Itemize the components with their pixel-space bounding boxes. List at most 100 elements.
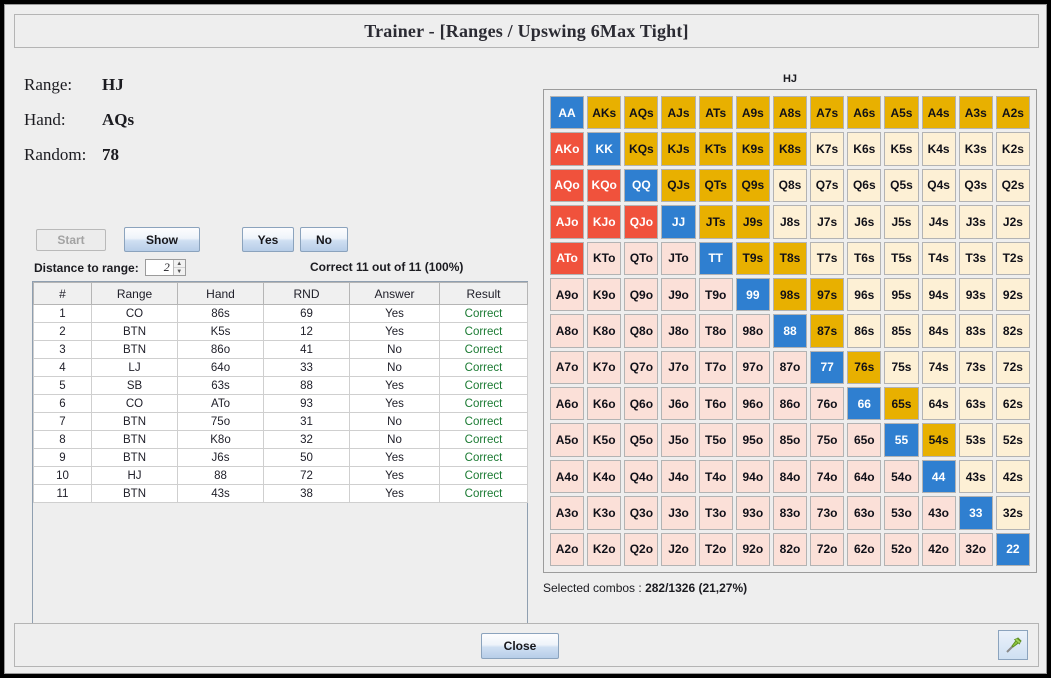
range-cell-T4o[interactable]: T4o [698,459,733,494]
range-cell-A5s[interactable]: A5s [884,96,919,130]
history-col-3[interactable]: RND [263,282,350,305]
range-cell-T8s[interactable]: T8s [772,241,808,275]
range-cell-K5o[interactable]: K5o [587,423,622,457]
range-cell-52o[interactable]: 52o [884,532,919,566]
range-cell-Q4o[interactable]: Q4o [624,459,659,494]
range-cell-J9o[interactable]: J9o [661,277,696,312]
spinner-arrows[interactable]: ▲ ▼ [172,260,185,275]
range-cell-92o[interactable]: 92o [735,532,770,566]
range-cell-J4o[interactable]: J4o [661,459,696,494]
range-cell-J8s[interactable]: J8s [772,205,808,239]
range-cell-Q7s[interactable]: Q7s [810,168,845,203]
range-cell-AKo[interactable]: AKo [550,132,585,166]
range-cell-QJo[interactable]: QJo [624,205,659,239]
range-cell-K6s[interactable]: K6s [847,132,882,166]
range-cell-63s[interactable]: 63s [958,387,993,421]
range-cell-53o[interactable]: 53o [884,496,919,530]
range-cell-J7s[interactable]: J7s [810,205,845,239]
range-cell-AQs[interactable]: AQs [624,96,659,130]
range-cell-AKs[interactable]: AKs [587,96,622,130]
table-row[interactable]: 5 SB 63s 88 Yes Correct [33,376,528,395]
range-cell-76o[interactable]: 76o [810,387,845,421]
distance-spinner[interactable]: 2 ▲ ▼ [144,259,186,276]
range-cell-KTs[interactable]: KTs [698,132,733,166]
range-cell-JTs[interactable]: JTs [698,205,733,239]
range-cell-K2s[interactable]: K2s [995,132,1030,166]
table-row[interactable]: 6 CO ATo 93 Yes Correct [33,394,528,413]
range-cell-87o[interactable]: 87o [772,350,808,385]
range-cell-T3o[interactable]: T3o [698,496,733,530]
range-cell-85o[interactable]: 85o [772,423,808,457]
range-cell-Q6o[interactable]: Q6o [624,387,659,421]
range-cell-KJs[interactable]: KJs [661,132,696,166]
range-cell-95o[interactable]: 95o [735,423,770,457]
range-cell-52s[interactable]: 52s [995,423,1030,457]
range-cell-A8s[interactable]: A8s [772,96,808,130]
range-cell-86o[interactable]: 86o [772,387,808,421]
range-cell-A6s[interactable]: A6s [847,96,882,130]
range-cell-KTo[interactable]: KTo [587,241,622,275]
range-cell-K3s[interactable]: K3s [958,132,993,166]
range-cell-T7o[interactable]: T7o [698,350,733,385]
range-cell-83o[interactable]: 83o [772,496,808,530]
range-cell-JTo[interactable]: JTo [661,241,696,275]
range-grid[interactable]: AA AKs AQs AJs ATs A9s A8s A7s A6s A5s A4s A3s A2s AK… [550,96,1030,566]
range-cell-Q8s[interactable]: Q8s [772,168,808,203]
range-cell-99[interactable]: 99 [735,277,770,312]
range-cell-97s[interactable]: 97s [810,277,845,312]
table-row[interactable]: 11 BTN 43s 38 Yes Correct [33,484,528,503]
range-cell-K2o[interactable]: K2o [587,532,622,566]
range-cell-J6s[interactable]: J6s [847,205,882,239]
range-cell-54s[interactable]: 54s [921,423,956,457]
range-cell-AJo[interactable]: AJo [550,205,585,239]
range-cell-65s[interactable]: 65s [884,387,919,421]
range-cell-Q2o[interactable]: Q2o [624,532,659,566]
range-cell-K8s[interactable]: K8s [772,132,808,166]
range-cell-85s[interactable]: 85s [884,314,919,348]
range-cell-62o[interactable]: 62o [847,532,882,566]
history-col-0[interactable]: # [33,282,92,305]
range-cell-T3s[interactable]: T3s [958,241,993,275]
range-cell-64o[interactable]: 64o [847,459,882,494]
range-cell-A4o[interactable]: A4o [550,459,585,494]
table-row[interactable]: 9 BTN J6s 50 Yes Correct [33,448,528,467]
range-cell-82s[interactable]: 82s [995,314,1030,348]
range-cell-33[interactable]: 33 [958,496,993,530]
range-cell-J8o[interactable]: J8o [661,314,696,348]
range-cell-87s[interactable]: 87s [810,314,845,348]
range-cell-65o[interactable]: 65o [847,423,882,457]
range-cell-76s[interactable]: 76s [847,350,882,385]
range-cell-K8o[interactable]: K8o [587,314,622,348]
range-cell-63o[interactable]: 63o [847,496,882,530]
range-cell-Q8o[interactable]: Q8o [624,314,659,348]
range-cell-K4s[interactable]: K4s [921,132,956,166]
range-cell-A3o[interactable]: A3o [550,496,585,530]
range-cell-ATo[interactable]: ATo [550,241,585,275]
range-cell-KQs[interactable]: KQs [624,132,659,166]
range-cell-74s[interactable]: 74s [921,350,956,385]
range-cell-J5s[interactable]: J5s [884,205,919,239]
range-cell-54o[interactable]: 54o [884,459,919,494]
table-row[interactable]: 3 BTN 86o 41 No Correct [33,340,528,359]
range-cell-83s[interactable]: 83s [958,314,993,348]
range-cell-42s[interactable]: 42s [995,459,1030,494]
range-cell-64s[interactable]: 64s [921,387,956,421]
range-cell-T4s[interactable]: T4s [921,241,956,275]
range-cell-84o[interactable]: 84o [772,459,808,494]
range-cell-Q4s[interactable]: Q4s [921,168,956,203]
range-cell-42o[interactable]: 42o [921,532,956,566]
range-cell-T5o[interactable]: T5o [698,423,733,457]
show-button[interactable]: Show [124,227,200,252]
range-cell-44[interactable]: 44 [921,459,956,494]
range-cell-T5s[interactable]: T5s [884,241,919,275]
range-cell-66[interactable]: 66 [847,387,882,421]
start-button[interactable]: Start [36,229,106,251]
range-cell-KJo[interactable]: KJo [587,205,622,239]
range-cell-QTs[interactable]: QTs [698,168,733,203]
range-cell-93s[interactable]: 93s [958,277,993,312]
range-cell-A9s[interactable]: A9s [735,96,770,130]
range-cell-K7s[interactable]: K7s [810,132,845,166]
table-row[interactable]: 2 BTN K5s 12 Yes Correct [33,322,528,341]
range-cell-J6o[interactable]: J6o [661,387,696,421]
range-cell-K5s[interactable]: K5s [884,132,919,166]
